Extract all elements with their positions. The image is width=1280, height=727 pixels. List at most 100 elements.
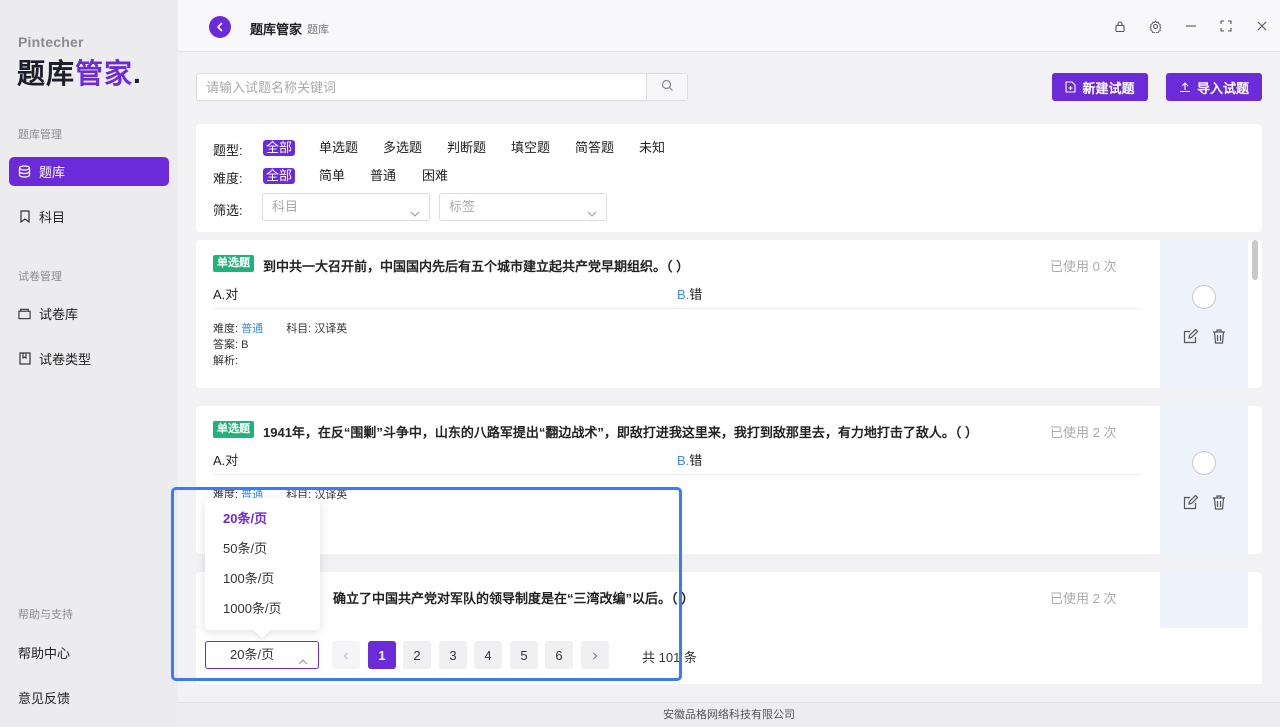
upload-icon <box>1179 81 1191 93</box>
edit-icon[interactable] <box>1183 328 1199 347</box>
question-card: 单选题 1941年，在反“围剿”斗争中，山东的八路军提出“翻边战术”，即敌打进我… <box>196 406 1262 554</box>
section-title-question-bank: 题库管理 <box>18 129 62 141</box>
subject-select[interactable]: 科目 <box>262 193 430 221</box>
type-option-fill[interactable]: 填空题 <box>508 140 553 156</box>
page-button-4[interactable]: 4 <box>474 641 502 669</box>
usage-count: 已使用 0 次 <box>1050 259 1117 274</box>
page-button-3[interactable]: 3 <box>439 641 467 669</box>
folder-icon <box>18 307 31 320</box>
sidebar-item-question-bank[interactable]: 题库 <box>9 157 169 186</box>
page-button-5[interactable]: 5 <box>510 641 538 669</box>
sidebar: Pintecher 题库管家. 题库管理 题库 科目 试卷管理 试卷库 试卷类型… <box>0 0 178 727</box>
total-count: 共 101 条 <box>642 650 697 665</box>
topbar: 题库管家 题库 <box>178 0 1280 52</box>
brand-logo: 题库管家. <box>17 58 142 89</box>
minimize-icon[interactable] <box>1184 19 1198 33</box>
page-title: 题库管家 <box>250 22 303 37</box>
page-button-6[interactable]: 6 <box>545 641 573 669</box>
question-actions <box>1160 406 1248 554</box>
option-b: B.错 <box>677 287 703 302</box>
footer: 安徽品格网络科技有限公司 <box>178 702 1280 727</box>
page-size-option-50[interactable]: 50条/页 <box>205 534 320 564</box>
type-option-unknown[interactable]: 未知 <box>636 140 668 156</box>
main-content: 新建试题 导入试题 题型: 全部 单选题 多选题 判断题 填空题 简答题 未知 … <box>178 52 1280 727</box>
divider <box>213 474 1141 475</box>
search-input[interactable] <box>197 74 647 100</box>
type-option-single[interactable]: 单选题 <box>316 140 361 156</box>
select-filter-label: 筛选: <box>213 203 243 218</box>
search-box <box>196 73 688 101</box>
section-title-exam: 试卷管理 <box>18 271 62 283</box>
scrollbar[interactable] <box>1252 240 1258 280</box>
prev-page-button[interactable] <box>332 641 360 669</box>
sidebar-item-subject[interactable]: 科目 <box>9 202 169 231</box>
page-size-dropdown: 20条/页 50条/页 100条/页 1000条/页 <box>205 498 320 639</box>
next-page-button[interactable] <box>581 641 609 669</box>
question-text: 1941年，在反“围剿”斗争中，山东的八路军提出“翻边战术”，即敌打进我这里来，… <box>263 425 979 440</box>
question-actions <box>1160 240 1248 388</box>
sidebar-item-help-center[interactable]: 帮助中心 <box>18 643 70 662</box>
divider <box>213 308 1141 309</box>
question-meta-difficulty: 难度: 普通 科目: 汉译英 <box>213 323 348 335</box>
chevron-left-icon <box>342 648 350 663</box>
gear-icon[interactable] <box>1148 19 1162 33</box>
tag-select[interactable]: 标签 <box>439 193 607 221</box>
type-option-short[interactable]: 简答题 <box>572 140 617 156</box>
page-size-option-1000[interactable]: 1000条/页 <box>205 594 320 624</box>
question-actions <box>1160 572 1248 628</box>
edit-icon[interactable] <box>1183 494 1199 513</box>
sidebar-item-exam-type[interactable]: 试卷类型 <box>9 344 169 373</box>
type-option-all[interactable]: 全部 <box>263 140 296 156</box>
question-type-badge: 单选题 <box>213 421 254 438</box>
type-option-judge[interactable]: 判断题 <box>444 140 489 156</box>
page-size-option-20[interactable]: 20条/页 <box>205 504 320 534</box>
back-button[interactable] <box>209 16 231 38</box>
fullscreen-icon[interactable] <box>1219 19 1233 33</box>
section-title-help: 帮助与支持 <box>18 609 73 621</box>
page-subtitle: 题库 <box>307 24 329 36</box>
chevron-down-icon <box>410 202 420 228</box>
option-a: A.对 <box>213 287 239 302</box>
page-button-2[interactable]: 2 <box>403 641 431 669</box>
page-size-select[interactable]: 20条/页 <box>205 641 319 669</box>
difficulty-option-easy[interactable]: 简单 <box>316 168 348 184</box>
brand-small-logo: Pintecher <box>18 34 84 50</box>
question-meta-analysis: 解析: <box>213 355 239 367</box>
question-card: 单选题 到中共一大召开前，中国国内先后有五个城市建立起共产党早期组织。（ ） 已… <box>196 240 1262 388</box>
difficulty-option-hard[interactable]: 困难 <box>419 168 451 184</box>
new-question-button[interactable]: 新建试题 <box>1052 73 1148 101</box>
filter-panel: 题型: 全部 单选题 多选题 判断题 填空题 简答题 未知 难度: 全部 简单 … <box>196 124 1262 232</box>
difficulty-option-all[interactable]: 全部 <box>263 168 296 184</box>
search-button[interactable] <box>646 74 687 100</box>
close-icon[interactable] <box>1255 19 1269 33</box>
type-option-multiple[interactable]: 多选题 <box>380 140 425 156</box>
question-card: 确立了中国共产党对军队的领导制度是在“三湾改编”以后。（ ） 已使用 2 次 <box>196 572 1262 628</box>
question-select-radio[interactable] <box>1192 285 1216 309</box>
question-text: 确立了中国共产党对军队的领导制度是在“三湾改编”以后。（ ） <box>333 591 695 606</box>
usage-count: 已使用 2 次 <box>1050 591 1117 606</box>
search-icon <box>661 79 674 95</box>
book-icon <box>18 352 31 365</box>
question-type-badge: 单选题 <box>213 255 254 272</box>
import-question-button[interactable]: 导入试题 <box>1166 73 1262 101</box>
page-button-1[interactable]: 1 <box>368 641 396 669</box>
chevron-up-icon <box>298 650 308 676</box>
page-size-option-100[interactable]: 100条/页 <box>205 564 320 594</box>
lock-icon[interactable] <box>1113 19 1127 33</box>
chevron-left-icon <box>215 20 225 35</box>
file-add-icon <box>1065 81 1077 93</box>
question-text: 到中共一大召开前，中国国内先后有五个城市建立起共产党早期组织。（ ） <box>263 259 690 274</box>
difficulty-filter-label: 难度: <box>213 171 243 186</box>
trash-icon[interactable] <box>1212 495 1226 513</box>
option-b: B.错 <box>677 453 703 468</box>
sidebar-item-exam-library[interactable]: 试卷库 <box>9 299 169 328</box>
question-select-radio[interactable] <box>1192 451 1216 475</box>
type-filter-label: 题型: <box>213 143 243 158</box>
option-a: A.对 <box>213 453 239 468</box>
chevron-right-icon <box>591 648 599 663</box>
difficulty-option-normal[interactable]: 普通 <box>367 168 399 184</box>
question-meta-answer: 答案: B <box>213 339 249 351</box>
chevron-down-icon <box>587 202 597 228</box>
trash-icon[interactable] <box>1212 329 1226 347</box>
sidebar-item-feedback[interactable]: 意见反馈 <box>18 688 70 707</box>
